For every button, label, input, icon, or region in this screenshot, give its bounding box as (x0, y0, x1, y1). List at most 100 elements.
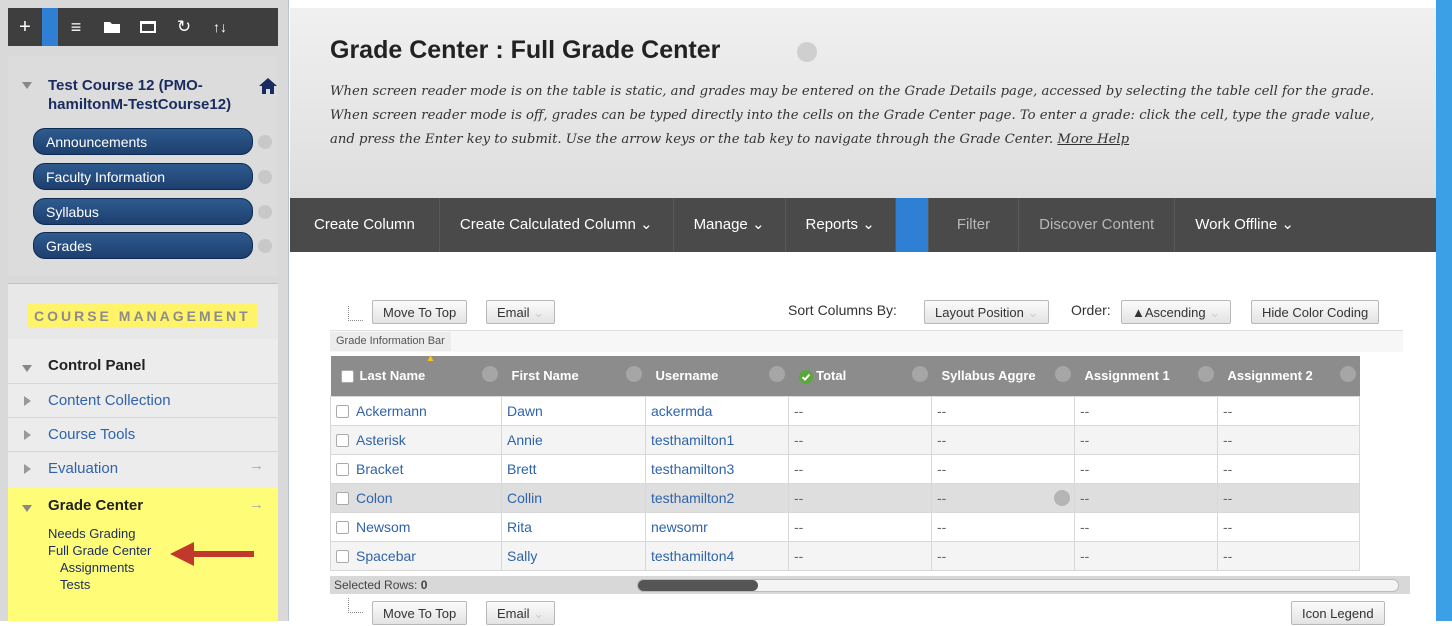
link-assignments[interactable]: Assignments (60, 560, 134, 575)
column-header-username[interactable]: Username (645, 356, 789, 396)
link-full-grade-center[interactable]: Full Grade Center (48, 543, 151, 558)
nav-item-course-tools[interactable]: Course Tools (8, 417, 278, 451)
grade-cell[interactable]: -- (1074, 540, 1218, 571)
grade-cell[interactable]: -- (788, 511, 932, 542)
sort-icon[interactable]: ↑↓ (202, 8, 238, 46)
grade-cell[interactable]: -- (788, 482, 932, 513)
last-name-cell[interactable]: Bracket (330, 453, 502, 484)
grade-cell[interactable]: -- (788, 424, 932, 455)
username-cell[interactable]: testhamilton2 (645, 482, 789, 513)
last-name-cell[interactable]: Colon (330, 482, 502, 513)
grade-cell[interactable]: -- (788, 395, 932, 426)
nav-item-evaluation[interactable]: Evaluation → (8, 451, 278, 485)
create-column-button[interactable]: Create Column (290, 198, 440, 252)
grade-cell[interactable]: -- (788, 453, 932, 484)
username-cell[interactable]: newsomr (645, 511, 789, 542)
select-all-checkbox[interactable] (340, 370, 354, 384)
grade-cell[interactable]: -- (1217, 424, 1360, 455)
more-help-link[interactable]: More Help (1057, 132, 1129, 147)
last-name-cell[interactable]: Spacebar (330, 540, 502, 571)
username-cell[interactable]: testhamilton3 (645, 453, 789, 484)
first-name-cell[interactable]: Sally (501, 540, 646, 571)
chevron-down-icon[interactable] (1054, 489, 1070, 506)
new-window-icon[interactable] (130, 8, 166, 46)
layout-position-select[interactable]: Layout Position ⌄ (924, 300, 1050, 324)
grade-cell[interactable]: -- (931, 482, 1075, 513)
link-tests[interactable]: Tests (60, 577, 90, 592)
last-name-cell[interactable]: Asterisk (330, 424, 502, 455)
arrow-right-icon[interactable]: → (249, 496, 264, 513)
refresh-icon[interactable]: ↻ (166, 8, 202, 46)
first-name-cell[interactable]: Collin (501, 482, 646, 513)
reports-menu[interactable]: Reports ⌄ (786, 198, 896, 252)
chevron-down-icon[interactable] (768, 366, 785, 382)
course-link-announcements[interactable]: Announcements (33, 128, 253, 155)
chevron-down-icon[interactable] (258, 205, 272, 219)
icon-legend-button[interactable]: Icon Legend (1291, 601, 1385, 625)
grade-information-bar-label[interactable]: Grade Information Bar (330, 332, 451, 351)
column-header-total[interactable]: Total (788, 356, 932, 396)
grade-center-heading[interactable]: Grade Center (48, 497, 143, 514)
grade-cell[interactable]: -- (1074, 395, 1218, 426)
hide-color-coding-button[interactable]: Hide Color Coding (1251, 300, 1380, 324)
chevron-down-icon[interactable] (911, 366, 928, 382)
first-name-cell[interactable]: Rita (501, 511, 646, 542)
course-link-grades[interactable]: Grades (33, 232, 253, 259)
chevron-down-icon[interactable] (258, 170, 272, 184)
grade-cell[interactable]: -- (788, 540, 932, 571)
column-header-syllabus-aggregate[interactable]: Syllabus Aggre (931, 356, 1075, 396)
chevron-down-icon[interactable] (1054, 366, 1071, 382)
manage-menu[interactable]: Manage ⌄ (674, 198, 786, 252)
course-link-syllabus[interactable]: Syllabus (33, 198, 253, 225)
row-checkbox[interactable] (336, 521, 349, 535)
row-checkbox[interactable] (336, 405, 349, 419)
scrollbar-thumb[interactable] (638, 580, 758, 591)
grade-cell[interactable]: -- (931, 511, 1075, 542)
column-header-assignment-2[interactable]: Assignment 2 (1217, 356, 1360, 396)
row-checkbox[interactable] (336, 434, 349, 448)
collapse-course-icon[interactable] (22, 82, 32, 89)
grade-cell[interactable]: -- (931, 395, 1075, 426)
home-icon[interactable] (258, 77, 278, 95)
arrow-right-icon[interactable]: → (249, 457, 264, 474)
folder-view-icon[interactable] (94, 8, 130, 46)
chevron-down-icon[interactable] (258, 239, 272, 253)
sort-order-select[interactable]: ▲Ascending ⌄ (1121, 300, 1232, 324)
discover-content-button[interactable]: Discover Content (1019, 198, 1176, 252)
username-cell[interactable]: testhamilton1 (645, 424, 789, 455)
grade-cell[interactable]: -- (1074, 511, 1218, 542)
last-name-cell[interactable]: Ackermann (330, 395, 502, 426)
row-checkbox[interactable] (336, 463, 349, 477)
chevron-down-icon[interactable] (1197, 366, 1214, 382)
username-cell[interactable]: ackermda (645, 395, 789, 426)
grade-cell[interactable]: -- (1217, 511, 1360, 542)
work-offline-menu[interactable]: Work Offline ⌄ (1175, 198, 1314, 252)
username-cell[interactable]: testhamilton4 (645, 540, 789, 571)
chevron-down-icon[interactable] (258, 135, 272, 149)
last-name-cell[interactable]: Newsom (330, 511, 502, 542)
nav-item-content-collection[interactable]: Content Collection (8, 383, 278, 417)
course-title[interactable]: Test Course 12 (PMO-hamiltonM-TestCourse… (48, 76, 248, 114)
grade-cell[interactable]: -- (1217, 482, 1360, 513)
first-name-cell[interactable]: Annie (501, 424, 646, 455)
grade-cell[interactable]: -- (931, 540, 1075, 571)
create-calculated-column-menu[interactable]: Create Calculated Column ⌄ (440, 198, 674, 252)
grade-cell[interactable]: -- (1217, 395, 1360, 426)
grade-cell[interactable]: -- (931, 424, 1075, 455)
grade-cell[interactable]: -- (931, 453, 1075, 484)
chevron-down-icon[interactable] (797, 42, 817, 62)
horizontal-scrollbar[interactable] (637, 579, 1399, 592)
first-name-cell[interactable]: Dawn (501, 395, 646, 426)
grade-cell[interactable]: -- (1074, 453, 1218, 484)
email-menu-button[interactable]: Email ⌄ (486, 300, 556, 324)
add-menu-item-icon[interactable]: + (8, 8, 42, 46)
grade-cell[interactable]: -- (1074, 482, 1218, 513)
first-name-cell[interactable]: Brett (501, 453, 646, 484)
grade-cell[interactable]: -- (1217, 540, 1360, 571)
chevron-down-icon[interactable] (625, 366, 642, 382)
collapse-control-panel-icon[interactable] (22, 365, 32, 372)
grade-cell[interactable]: -- (1217, 453, 1360, 484)
grade-cell[interactable]: -- (1074, 424, 1218, 455)
move-to-top-button-bottom[interactable]: Move To Top (372, 601, 468, 625)
row-checkbox[interactable] (336, 550, 349, 564)
